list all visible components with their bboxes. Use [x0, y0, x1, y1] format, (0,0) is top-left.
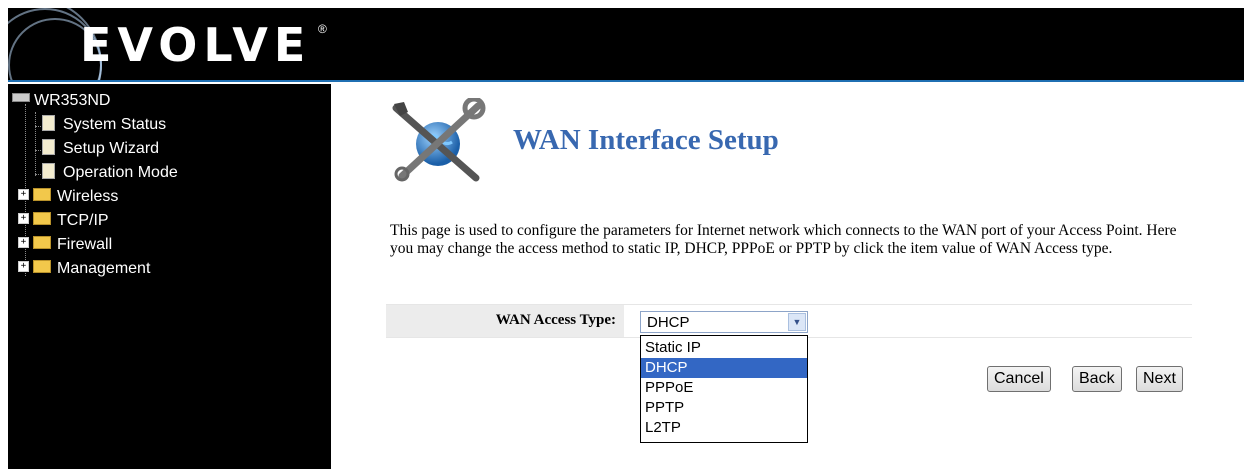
folder-icon	[33, 236, 51, 250]
folder-icon	[33, 188, 51, 202]
header-accent-band	[8, 80, 1244, 82]
folder-icon	[33, 212, 51, 226]
folder-icon	[33, 260, 51, 274]
page-icon	[42, 162, 55, 179]
sidebar-item-label: Management	[57, 260, 151, 277]
header-banner: EVOLVE ®	[8, 8, 1244, 82]
back-button[interactable]: Back	[1072, 366, 1122, 392]
sidebar-item-setup-wizard[interactable]: Setup Wizard	[42, 138, 159, 160]
sidebar-item-label: Firewall	[57, 236, 113, 253]
next-button[interactable]: Next	[1136, 366, 1183, 392]
sidebar-item-label: Wireless	[57, 188, 119, 205]
router-icon	[12, 93, 30, 103]
page-description: This page is used to configure the param…	[390, 222, 1177, 257]
expand-icon[interactable]: +	[18, 261, 29, 273]
sidebar-root-label: WR353ND	[34, 92, 111, 109]
wan-access-type-select[interactable]: DHCP ▼	[640, 311, 808, 333]
page-title: WAN Interface Setup	[513, 124, 779, 156]
brand-logo: EVOLVE	[80, 18, 312, 72]
dropdown-option-static-ip[interactable]: Static IP	[641, 338, 807, 358]
sidebar-nav: WR353ND System Status Setup Wizard Opera…	[8, 84, 331, 469]
form-label-cell: WAN Access Type:	[386, 305, 624, 337]
sidebar-item-wireless[interactable]: + Wireless	[18, 186, 118, 208]
tools-globe-icon	[392, 98, 486, 182]
page-icon	[42, 114, 55, 131]
sidebar-item-label: System Status	[63, 116, 167, 133]
dropdown-option-dhcp[interactable]: DHCP	[641, 358, 807, 378]
wan-access-type-value: DHCP	[647, 314, 690, 331]
dropdown-option-pptp[interactable]: PPTP	[641, 398, 807, 418]
registered-mark: ®	[318, 22, 327, 36]
dropdown-option-pppoe[interactable]: PPPoE	[641, 378, 807, 398]
expand-icon[interactable]: +	[18, 213, 29, 225]
dropdown-option-l2tp[interactable]: L2TP	[641, 418, 807, 438]
tree-line	[35, 112, 36, 176]
sidebar-item-label: Operation Mode	[63, 164, 178, 181]
sidebar-item-label: TCP/IP	[57, 212, 109, 229]
sidebar-item-system-status[interactable]: System Status	[42, 114, 166, 136]
expand-icon[interactable]: +	[18, 237, 29, 249]
sidebar-root-wr353nd[interactable]: WR353ND	[12, 90, 110, 112]
cancel-button[interactable]: Cancel	[987, 366, 1051, 392]
wan-access-type-label: WAN Access Type:	[495, 312, 616, 328]
page-icon	[42, 138, 55, 155]
wan-access-type-dropdown: Static IP DHCP PPPoE PPTP L2TP	[640, 335, 808, 443]
sidebar-item-label: Setup Wizard	[63, 140, 160, 157]
sidebar-item-firewall[interactable]: + Firewall	[18, 234, 112, 256]
sidebar-item-operation-mode[interactable]: Operation Mode	[42, 162, 178, 184]
chevron-down-icon[interactable]: ▼	[788, 313, 806, 331]
sidebar-item-tcpip[interactable]: + TCP/IP	[18, 210, 109, 232]
expand-icon[interactable]: +	[18, 189, 29, 201]
sidebar-item-management[interactable]: + Management	[18, 258, 150, 280]
